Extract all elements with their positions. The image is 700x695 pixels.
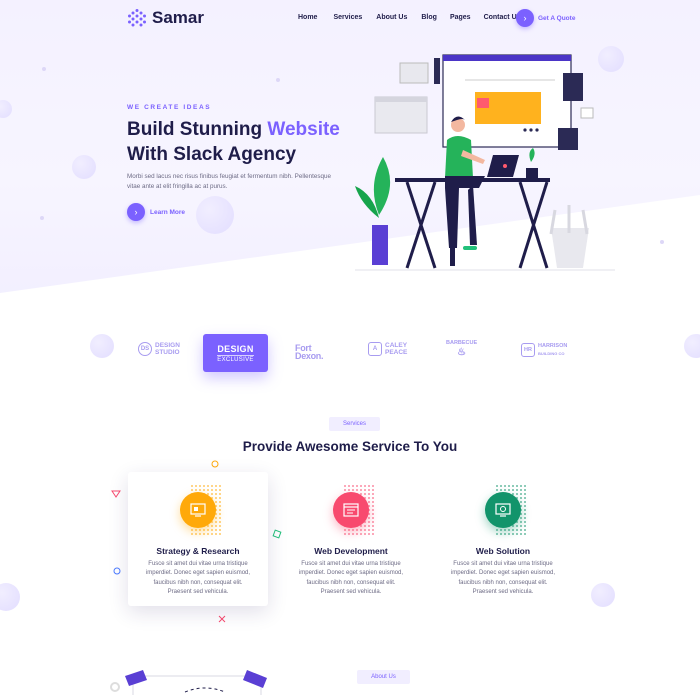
client-label: DESIGN STUDIO (155, 342, 180, 356)
hexagon-logo-icon (128, 9, 146, 27)
service-description: Fusce sit amet dui vitae urna tristique … (298, 561, 404, 595)
about-pill: About Us (357, 670, 410, 684)
nav-home[interactable]: Home (298, 14, 317, 21)
get-a-quote-button[interactable]: › Get A Quote (516, 9, 575, 27)
flame-icon: ♨ (457, 347, 467, 358)
arrow-right-icon: › (127, 203, 145, 221)
client-logo-fort-dexon[interactable]: Fort Dexon. (295, 344, 324, 361)
nav-about-us[interactable]: About Us (376, 14, 407, 21)
service-card-strategy[interactable]: Strategy & Research Fusce sit amet dui v… (128, 472, 268, 606)
web-development-icon (333, 492, 369, 528)
hero-description: Morbi sed lacus nec risus finibus feugia… (127, 173, 332, 190)
hero-title: Build Stunning Website With Slack Agency (127, 117, 387, 167)
client-logo-design-exclusive[interactable]: DESIGN EXCLUSIVE (203, 334, 268, 372)
hero-illustration (355, 54, 615, 271)
web-solution-icon (485, 492, 521, 528)
service-card-web-solution[interactable]: Web Solution Fusce sit amet dui vitae ur… (433, 472, 573, 606)
learn-more-label: Learn More (150, 208, 186, 216)
nav-services[interactable]: Services (333, 14, 362, 21)
client-line1: DESIGN (217, 343, 254, 354)
client-label: HARRISON BUILDING CO (538, 342, 567, 357)
strategy-icon (180, 492, 216, 528)
decor-circle-icon (113, 567, 121, 575)
decor-dot (660, 240, 664, 244)
service-title: Web Solution (475, 546, 531, 556)
client-logos: DS DESIGN STUDIO DESIGN EXCLUSIVE Fort D… (0, 330, 700, 376)
client-line1: DESIGN (155, 342, 180, 349)
about-illustration (125, 670, 267, 695)
decor-bubble (196, 196, 234, 234)
main-nav: Home Services About Us Blog Pages Contac… (298, 14, 521, 21)
decor-dot (40, 216, 44, 220)
hero-title-part1: Build Stunning (127, 119, 268, 140)
decor-cross-icon (218, 615, 226, 623)
service-title: Strategy & Research (156, 546, 240, 556)
client-line2: EXCLUSIVE (217, 354, 254, 363)
service-description: Fusce sit amet dui vitae urna tristique … (450, 561, 556, 595)
hero-title-part2: With Slack Agency (127, 144, 297, 165)
nav-pages[interactable]: Pages (450, 14, 471, 21)
client-line2: PEACE (385, 349, 408, 356)
nav-blog[interactable]: Blog (421, 14, 437, 21)
client-label: Fort Dexon. (295, 344, 324, 361)
brand-name: Samar (152, 8, 204, 27)
client-logo-harrison[interactable]: HR HARRISON BUILDING CO (521, 342, 567, 357)
decor-dot (42, 67, 46, 71)
landing-page: { "brand": {"name": "Samar"}, "nav": { "… (0, 0, 700, 695)
client-logo-design-studio[interactable]: DS DESIGN STUDIO (138, 342, 180, 356)
client-logo-barbecue[interactable]: BARBECUE ♨ (446, 340, 477, 358)
arrow-right-icon: › (516, 9, 534, 27)
decor-bubble (72, 155, 96, 179)
client-line1: BARBECUE (446, 340, 478, 346)
client-line2: BUILDING CO (538, 351, 565, 356)
client-line2: Dexon. (295, 351, 324, 361)
client-badge: A (368, 342, 382, 356)
client-label: CALEY PEACE (385, 342, 407, 356)
decor-circle-icon (211, 460, 219, 468)
service-title: Web Development (314, 546, 388, 556)
decor-bubble (0, 583, 20, 611)
services-title: Provide Awesome Service To You (242, 439, 458, 454)
service-description: Fusce sit amet dui vitae urna tristique … (145, 561, 251, 595)
decor-dot (276, 78, 280, 82)
brand-logo[interactable]: Samar (127, 8, 204, 28)
hero-title-accent: Website (267, 119, 340, 140)
hero-eyebrow: WE CREATE IDEAS (127, 104, 212, 111)
client-badge: DS (138, 342, 152, 356)
client-badge: HR (521, 342, 535, 357)
client-logo-caley-peace[interactable]: A CALEY PEACE (368, 342, 407, 356)
nav-contact-us[interactable]: Contact Us (484, 14, 521, 21)
services-pill: Services (329, 417, 380, 431)
service-card-web-development[interactable]: Web Development Fusce sit amet dui vitae… (281, 472, 421, 606)
decor-bubble (591, 583, 615, 607)
decor-triangle-icon (111, 490, 121, 498)
client-line1: HARRISON (538, 343, 568, 349)
gear-icon (110, 682, 120, 692)
learn-more-button[interactable]: › Learn More (127, 203, 185, 221)
get-a-quote-label: Get A Quote (538, 14, 576, 22)
client-line2: STUDIO (155, 349, 180, 356)
client-line1: CALEY (385, 342, 408, 349)
